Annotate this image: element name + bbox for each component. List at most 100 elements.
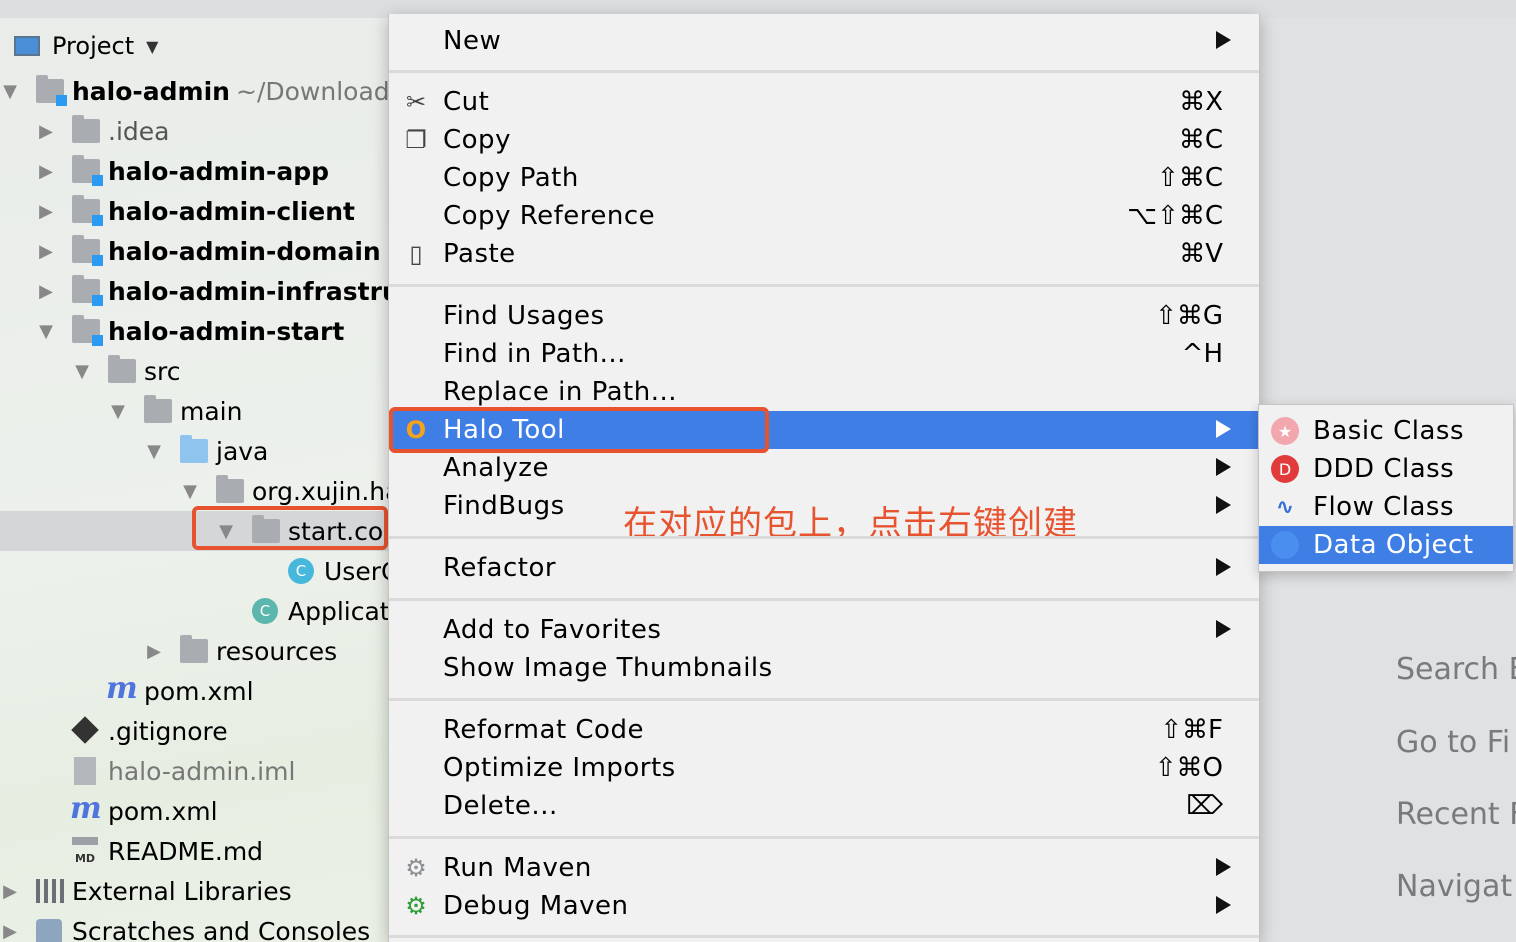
menu-separator bbox=[389, 935, 1259, 938]
tree-item[interactable]: ▶ Scratches and Consoles bbox=[0, 911, 388, 942]
menu-shortcut: ⌥⇧⌘C bbox=[1127, 201, 1223, 231]
expand-arrow-icon[interactable]: ▶ bbox=[36, 241, 56, 262]
expand-arrow-icon[interactable]: ▶ bbox=[36, 121, 56, 142]
menu-separator bbox=[389, 284, 1259, 287]
menu-shortcut: ⇧⌘G bbox=[1155, 301, 1223, 331]
tree-item[interactable]: m pom.xml bbox=[0, 671, 388, 711]
iml-file-icon bbox=[74, 757, 96, 785]
module-folder-icon bbox=[72, 315, 103, 346]
tree-item[interactable]: ▶ halo-admin-app bbox=[0, 151, 388, 191]
expand-arrow-icon[interactable]: ▼ bbox=[180, 481, 200, 502]
tree-root-halo-admin[interactable]: ▼ halo-admin ~/Downloads bbox=[0, 71, 388, 111]
menu-item-cut[interactable]: ✂ Cut ⌘X bbox=[389, 83, 1259, 121]
tree-item[interactable]: ▼ halo-admin-start bbox=[0, 311, 388, 351]
tree-label: UserC bbox=[324, 556, 388, 586]
gear-icon: ⚙ bbox=[405, 854, 427, 882]
submenu-item-data-object[interactable]: Data Object bbox=[1259, 526, 1513, 564]
menu-label: Paste bbox=[443, 239, 516, 269]
menu-item-show-image-thumbnails[interactable]: Show Image Thumbnails bbox=[389, 649, 1259, 687]
menu-label: Copy Reference bbox=[443, 201, 656, 231]
menu-item-new[interactable]: New bbox=[389, 22, 1259, 60]
submenu-arrow-icon bbox=[1216, 558, 1231, 576]
menu-label: Replace in Path... bbox=[443, 377, 677, 407]
source-folder-icon bbox=[180, 435, 208, 463]
menu-item-find-in-path[interactable]: Find in Path... ^H bbox=[389, 335, 1259, 373]
module-folder-icon bbox=[72, 155, 103, 186]
menu-item-reformat-code[interactable]: Reformat Code ⇧⌘F bbox=[389, 711, 1259, 749]
tree-label: halo-admin-domain bbox=[108, 236, 381, 266]
menu-label: Debug Maven bbox=[443, 891, 629, 921]
menu-label: Refactor bbox=[443, 553, 557, 583]
editor-hint: Search E bbox=[1396, 652, 1516, 687]
tree-item[interactable]: .gitignore bbox=[0, 711, 388, 751]
tree-item[interactable]: ▶ .idea bbox=[0, 111, 388, 151]
menu-item-run-maven[interactable]: ⚙ Run Maven bbox=[389, 849, 1259, 887]
clipboard-icon: ▯ bbox=[409, 240, 423, 268]
tree-item[interactable]: ▶ External Libraries bbox=[0, 871, 388, 911]
menu-item-analyze[interactable]: Analyze bbox=[389, 449, 1259, 487]
project-panel-header[interactable]: Project ▼ bbox=[0, 26, 388, 66]
menu-separator bbox=[389, 598, 1259, 601]
editor-hint: Go to Fi bbox=[1396, 725, 1511, 760]
tree-label: pom.xml bbox=[144, 676, 254, 706]
menu-item-copy[interactable]: ❐ Copy ⌘C bbox=[389, 121, 1259, 159]
menu-item-copy-reference[interactable]: Copy Reference ⌥⇧⌘C bbox=[389, 197, 1259, 235]
class-icon: C bbox=[288, 558, 314, 584]
menu-item-refactor[interactable]: Refactor bbox=[389, 549, 1259, 587]
submenu-item-flow-class[interactable]: ∿ Flow Class bbox=[1259, 488, 1513, 526]
tree-item[interactable]: ▶ halo-admin-infrastruc bbox=[0, 271, 388, 311]
project-panel-title: Project bbox=[52, 32, 135, 60]
expand-arrow-icon[interactable]: ▼ bbox=[108, 401, 128, 422]
submenu-item-basic-class[interactable]: ★ Basic Class bbox=[1259, 412, 1513, 450]
expand-arrow-icon[interactable]: ▶ bbox=[36, 281, 56, 302]
menu-item-find-usages[interactable]: Find Usages ⇧⌘G bbox=[389, 297, 1259, 335]
submenu-arrow-icon bbox=[1216, 496, 1231, 514]
data-object-icon bbox=[1271, 531, 1299, 559]
expand-arrow-icon[interactable]: ▶ bbox=[36, 201, 56, 222]
submenu-label: Basic Class bbox=[1313, 416, 1465, 446]
expand-arrow-icon[interactable]: ▶ bbox=[144, 641, 164, 662]
tree-item[interactable]: ▼ src bbox=[0, 351, 388, 391]
menu-item-optimize-imports[interactable]: Optimize Imports ⇧⌘O bbox=[389, 749, 1259, 787]
tree-item[interactable]: ▼ org.xujin.ha bbox=[0, 471, 388, 511]
chevron-down-icon[interactable]: ▼ bbox=[146, 37, 158, 56]
expand-arrow-icon[interactable]: ▼ bbox=[36, 321, 56, 342]
scissors-icon: ✂ bbox=[405, 88, 427, 116]
tree-item[interactable]: ▼ java bbox=[0, 431, 388, 471]
context-menu: New ✂ Cut ⌘X ❐ Copy ⌘C Copy Path ⇧⌘C Cop… bbox=[388, 14, 1260, 942]
tree-item[interactable]: C UserC bbox=[0, 551, 388, 591]
maven-icon: m bbox=[70, 791, 102, 826]
tree-label: java bbox=[216, 436, 269, 466]
expand-arrow-icon[interactable]: ▶ bbox=[0, 881, 20, 902]
expand-arrow-icon[interactable]: ▼ bbox=[0, 81, 20, 102]
expand-arrow-icon[interactable]: ▶ bbox=[0, 921, 20, 942]
menu-item-debug-maven[interactable]: ⚙ Debug Maven bbox=[389, 887, 1259, 925]
submenu-item-ddd-class[interactable]: D DDD Class bbox=[1259, 450, 1513, 488]
tree-item[interactable]: ▼ main bbox=[0, 391, 388, 431]
tree-item[interactable]: halo-admin.iml bbox=[0, 751, 388, 791]
highlight-box-package bbox=[192, 506, 388, 550]
menu-shortcut: ⇧⌘C bbox=[1157, 163, 1223, 193]
submenu-label: Flow Class bbox=[1313, 492, 1455, 522]
highlight-box-halo-tool bbox=[389, 407, 769, 453]
menu-shortcut: ⌘C bbox=[1178, 125, 1223, 155]
copy-icon: ❐ bbox=[405, 126, 427, 154]
menu-item-paste[interactable]: ▯ Paste ⌘V bbox=[389, 235, 1259, 273]
expand-arrow-icon[interactable]: ▶ bbox=[36, 161, 56, 182]
expand-arrow-icon[interactable]: ▼ bbox=[144, 441, 164, 462]
menu-item-add-to-favorites[interactable]: Add to Favorites bbox=[389, 611, 1259, 649]
menu-label: Show Image Thumbnails bbox=[443, 653, 773, 683]
tree-item[interactable]: ▶ halo-admin-client bbox=[0, 191, 388, 231]
tree-item[interactable]: MD README.md bbox=[0, 831, 388, 871]
tree-item[interactable]: C Applicat bbox=[0, 591, 388, 631]
menu-item-replace-in-path[interactable]: Replace in Path... bbox=[389, 373, 1259, 411]
package-icon bbox=[216, 475, 244, 503]
tree-item[interactable]: ▶ halo-admin-domain bbox=[0, 231, 388, 271]
tree-item[interactable]: ▶ resources bbox=[0, 631, 388, 671]
menu-item-copy-path[interactable]: Copy Path ⇧⌘C bbox=[389, 159, 1259, 197]
menu-item-delete[interactable]: Delete... ⌦ bbox=[389, 787, 1259, 825]
expand-arrow-icon[interactable]: ▼ bbox=[72, 361, 92, 382]
tree-item[interactable]: m pom.xml bbox=[0, 791, 388, 831]
tree-label: .idea bbox=[108, 116, 170, 146]
menu-label: Reformat Code bbox=[443, 715, 644, 745]
